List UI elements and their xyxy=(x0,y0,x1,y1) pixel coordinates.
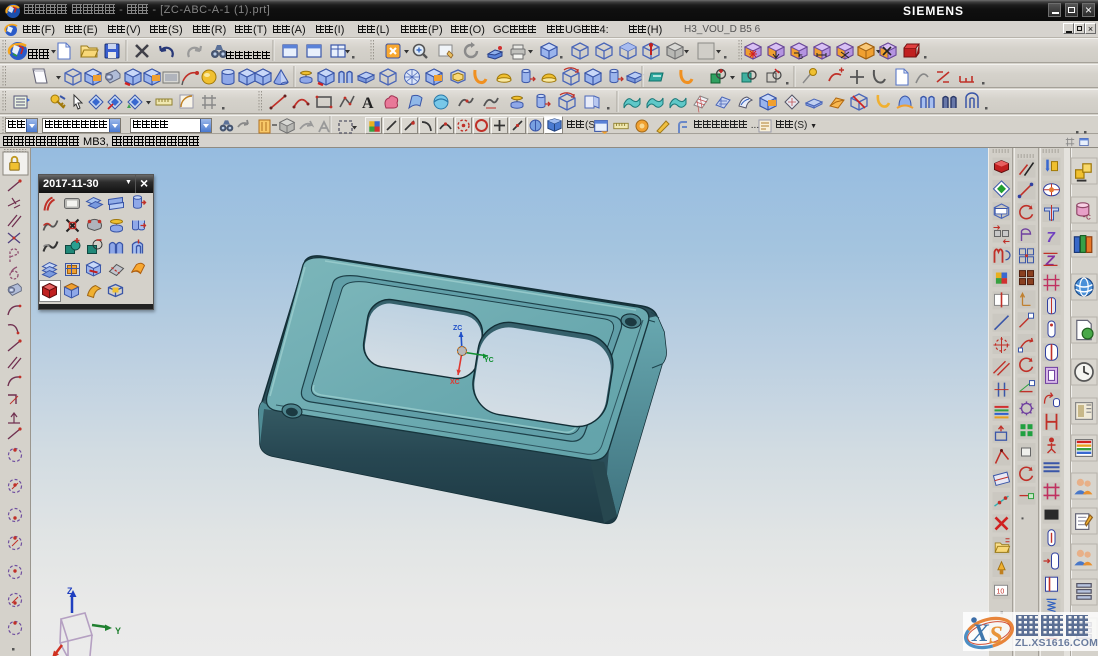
svg-text:YC: YC xyxy=(484,357,494,364)
svg-text:S: S xyxy=(989,622,1003,649)
svg-text:Y: Y xyxy=(115,626,121,636)
svg-text:XC: XC xyxy=(450,379,460,386)
svg-text:Z: Z xyxy=(67,586,73,596)
svg-text:ZC: ZC xyxy=(453,325,462,332)
svg-text:X: X xyxy=(971,620,990,647)
